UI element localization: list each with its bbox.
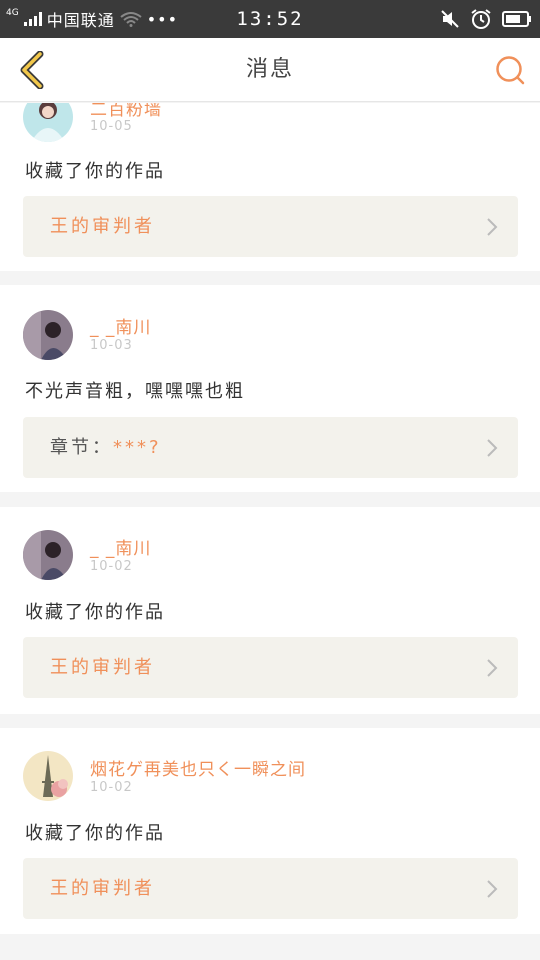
chevron-right-icon xyxy=(487,439,498,457)
navigation-bar: 消息 xyxy=(0,38,540,102)
chevron-right-icon xyxy=(487,218,498,236)
message-card: _ _南川 10-03 不光声音粗，嘿嘿嘿也粗 章节：***? xyxy=(0,285,540,492)
timestamp: 10-02 xyxy=(90,780,133,795)
avatar-image xyxy=(23,103,73,142)
reference-label: 王的审判者 xyxy=(50,637,155,698)
message-text: 收藏了你的作品 xyxy=(25,602,165,623)
reference-link[interactable]: 王的审判者 xyxy=(23,637,518,698)
message-card: _ _南川 10-02 收藏了你的作品 王的审判者 xyxy=(0,507,540,714)
avatar[interactable] xyxy=(23,103,73,142)
reference-link[interactable]: 王的审判者 xyxy=(23,196,518,257)
reference-link[interactable]: 王的审判者 xyxy=(23,858,518,919)
username[interactable]: 二百粉墙 xyxy=(90,103,162,120)
search-icon xyxy=(496,56,525,85)
avatar[interactable] xyxy=(23,751,73,801)
status-bar: 4G 中国联通 ••• 13:52 xyxy=(0,0,540,38)
reference-title: 王的审判者 xyxy=(50,878,155,899)
reference-label: 王的审判者 xyxy=(50,858,155,919)
timestamp: 10-02 xyxy=(90,559,133,574)
reference-title: ***? xyxy=(113,437,162,458)
reference-title: 王的审判者 xyxy=(50,657,155,678)
message-list[interactable]: 二百粉墙 10-05 收藏了你的作品 王的审判者 _ _南川 10-03 不光声… xyxy=(0,103,540,960)
avatar-image xyxy=(23,751,73,801)
avatar[interactable] xyxy=(23,530,73,580)
message-text: 不光声音粗，嘿嘿嘿也粗 xyxy=(25,381,245,402)
reference-prefix: 章节： xyxy=(50,437,113,458)
username[interactable]: 烟花ゲ再美也只く一瞬之间 xyxy=(90,755,306,780)
username[interactable]: _ _南川 xyxy=(90,313,151,338)
username[interactable]: _ _南川 xyxy=(90,534,151,559)
chevron-right-icon xyxy=(487,880,498,898)
reference-link[interactable]: 章节：***? xyxy=(23,417,518,478)
message-text: 收藏了你的作品 xyxy=(25,823,165,844)
reference-title: 王的审判者 xyxy=(50,216,155,237)
reference-label: 章节：***? xyxy=(50,417,162,478)
timestamp: 10-05 xyxy=(90,119,133,134)
chevron-right-icon xyxy=(487,659,498,677)
avatar-image xyxy=(23,530,73,580)
timestamp: 10-03 xyxy=(90,338,133,353)
mute-icon xyxy=(441,10,459,28)
avatar[interactable] xyxy=(23,310,73,360)
avatar-image xyxy=(23,310,73,360)
message-card: 二百粉墙 10-05 收藏了你的作品 王的审判者 xyxy=(0,103,540,271)
battery-icon xyxy=(502,11,531,27)
search-button[interactable] xyxy=(490,50,530,90)
message-card: 烟花ゲ再美也只く一瞬之间 10-02 收藏了你的作品 王的审判者 xyxy=(0,728,540,934)
page-title: 消息 xyxy=(245,57,294,82)
status-right xyxy=(440,0,532,38)
message-text: 收藏了你的作品 xyxy=(25,161,165,182)
alarm-icon xyxy=(471,9,491,29)
reference-label: 王的审判者 xyxy=(50,196,155,257)
